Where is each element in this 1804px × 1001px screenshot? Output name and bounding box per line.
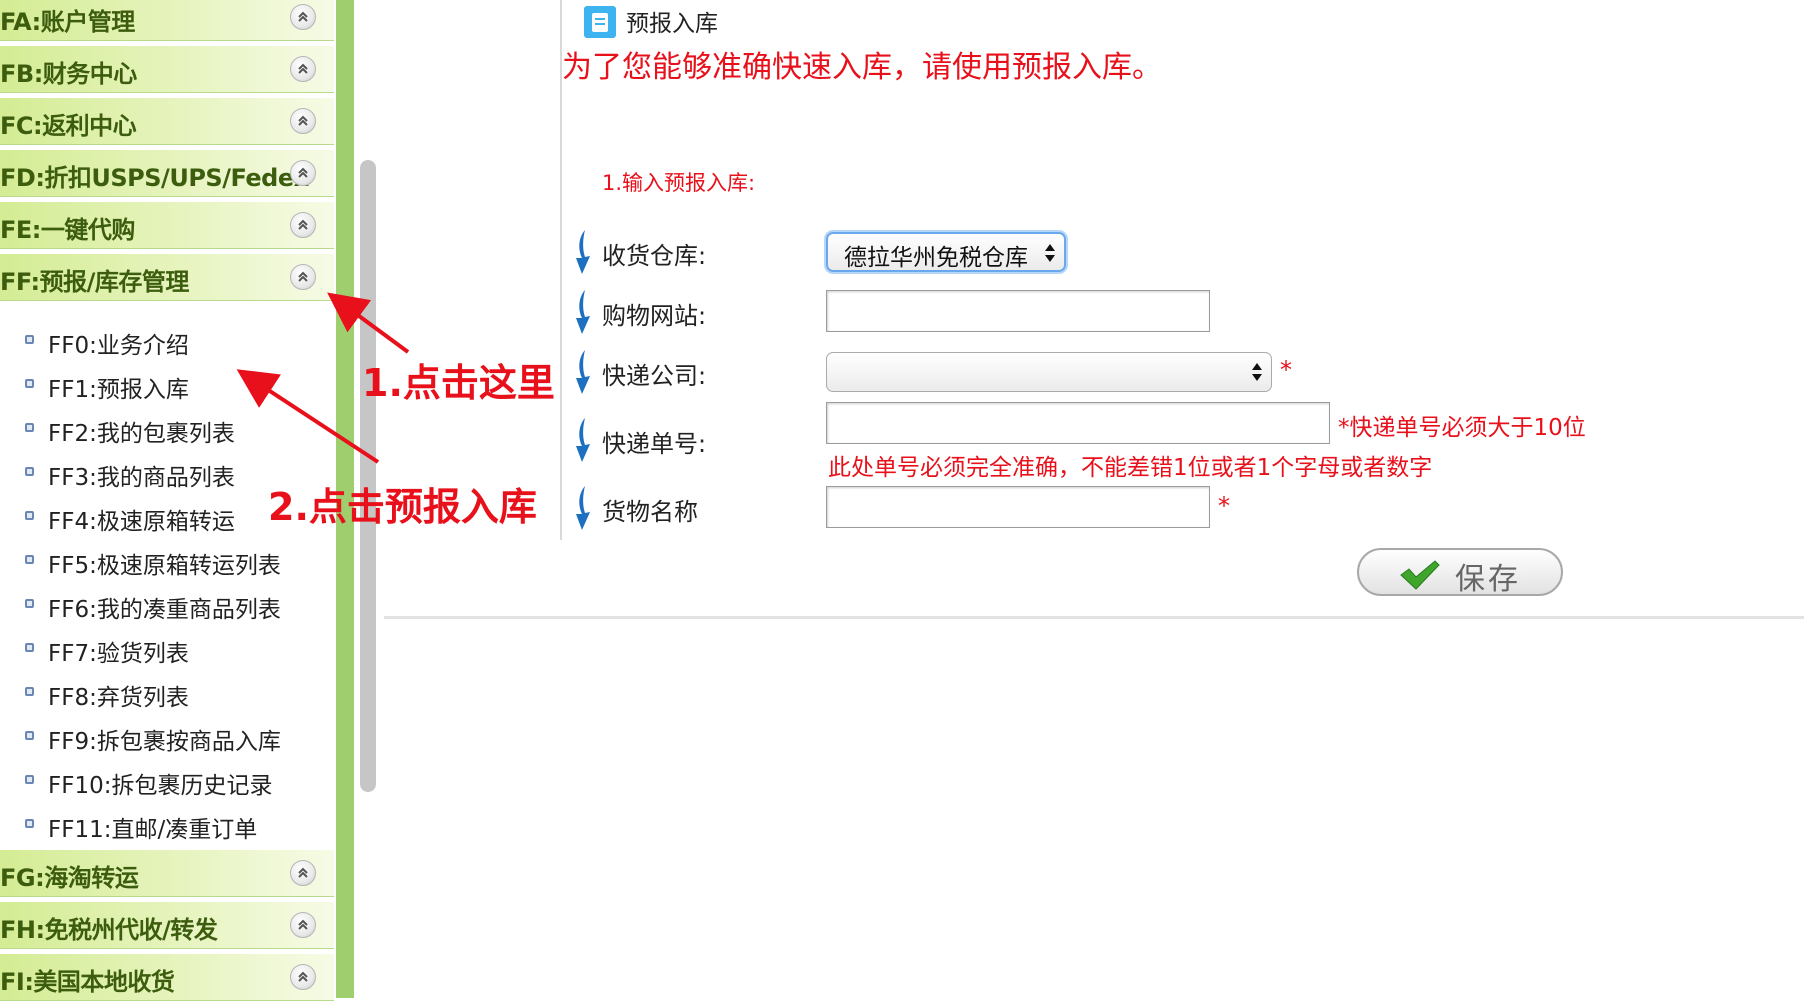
bullet-icon xyxy=(25,555,34,564)
warehouse-select[interactable]: 德拉华州免税仓库 xyxy=(826,232,1066,272)
sidebar-section-fi[interactable]: FI:美国本地收货 xyxy=(0,954,334,1001)
horizontal-divider xyxy=(384,616,1804,619)
tracking-hint: *快递单号必须大于10位 xyxy=(1338,415,1586,441)
bullet-icon xyxy=(25,423,34,432)
warehouse-label: 收货仓库: xyxy=(602,242,707,270)
courier-label: 快递公司: xyxy=(602,362,707,390)
sidebar-item-label: FF5:极速原箱转运列表 xyxy=(48,553,281,579)
collapse-icon[interactable] xyxy=(290,4,316,30)
collapse-icon[interactable] xyxy=(290,860,316,886)
collapse-icon[interactable] xyxy=(290,212,316,238)
sidebar-item-label: FF4:极速原箱转运 xyxy=(48,509,235,535)
sidebar-item-label: FF10:拆包裹历史记录 xyxy=(48,773,273,799)
sidebar-section-fc[interactable]: FC:返利中心 xyxy=(0,98,334,145)
save-label: 保存 xyxy=(1455,562,1521,597)
collapse-icon[interactable] xyxy=(290,108,316,134)
sidebar-section-fh[interactable]: FH:免税州代收/转发 xyxy=(0,902,334,949)
courier-select[interactable] xyxy=(826,352,1272,392)
sidebar-item-label: FF2:我的包裹列表 xyxy=(48,421,235,447)
section-label: FF:预报/库存管理 xyxy=(0,268,189,296)
annotation-step1: 1.点击这里 xyxy=(362,361,555,405)
website-label: 购物网站: xyxy=(602,302,707,330)
sidebar-item-label: FF7:验货列表 xyxy=(48,641,189,667)
bullet-icon xyxy=(25,775,34,784)
required-marker: * xyxy=(1218,492,1230,520)
section-label: FB:财务中心 xyxy=(0,60,137,88)
collapse-icon[interactable] xyxy=(290,160,316,186)
select-arrows-icon xyxy=(1045,244,1055,262)
sidebar-section-fg[interactable]: FG:海淘转运 xyxy=(0,850,334,897)
sidebar-section-fb[interactable]: FB:财务中心 xyxy=(0,46,334,93)
required-marker: * xyxy=(1280,356,1292,384)
annotation-step2: 2.点击预报入库 xyxy=(268,485,537,529)
arrow-down-icon xyxy=(576,350,590,394)
sidebar-section-ff[interactable]: FF:预报/库存管理 xyxy=(0,254,334,301)
collapse-icon[interactable] xyxy=(290,56,316,82)
sidebar-item-label: FF9:拆包裹按商品入库 xyxy=(48,729,281,755)
sidebar-item-label: FF0:业务介绍 xyxy=(48,333,189,359)
form-icon xyxy=(584,6,616,38)
section-label: FI:美国本地收货 xyxy=(0,968,175,996)
tracking-label: 快递单号: xyxy=(602,430,707,458)
bullet-icon xyxy=(25,511,34,520)
collapse-icon[interactable] xyxy=(290,964,316,990)
sidebar-item-label: FF6:我的凑重商品列表 xyxy=(48,597,281,623)
notice-text: 为了您能够准确快速入库，请使用预报入库。 xyxy=(562,50,1162,85)
collapse-icon[interactable] xyxy=(290,264,316,290)
arrow-down-icon xyxy=(576,418,590,462)
sidebar-section-fd[interactable]: FD:折扣USPS/UPS/Fedex xyxy=(0,150,334,197)
step-label: 1.输入预报入库: xyxy=(602,171,756,195)
bullet-icon xyxy=(25,467,34,476)
bullet-icon xyxy=(25,819,34,828)
section-label: FH:免税州代收/转发 xyxy=(0,916,218,944)
section-label: FC:返利中心 xyxy=(0,112,137,140)
page-title: 预报入库 xyxy=(626,11,718,37)
sidebar-section-fa[interactable]: FA:账户管理 xyxy=(0,0,334,41)
sidebar-section-fe[interactable]: FE:一键代购 xyxy=(0,202,334,249)
arrow-down-icon xyxy=(576,486,590,530)
bullet-icon xyxy=(25,731,34,740)
website-input[interactable] xyxy=(826,290,1210,332)
warehouse-select-value: 德拉华州免税仓库 xyxy=(844,245,1028,271)
tracking-input[interactable] xyxy=(826,402,1330,444)
sidebar-item-label: FF1:预报入库 xyxy=(48,377,189,403)
collapse-icon[interactable] xyxy=(290,912,316,938)
bullet-icon xyxy=(25,335,34,344)
bullet-icon xyxy=(25,687,34,696)
select-arrows-icon xyxy=(1252,363,1262,381)
section-label: FG:海淘转运 xyxy=(0,864,139,892)
goods-input[interactable] xyxy=(826,486,1210,528)
bullet-icon xyxy=(25,379,34,388)
arrow-down-icon xyxy=(576,230,590,274)
check-icon xyxy=(1400,560,1440,590)
arrow-down-icon xyxy=(576,290,590,334)
sidebar-item-label: FF3:我的商品列表 xyxy=(48,465,235,491)
sidebar-item-label: FF8:弃货列表 xyxy=(48,685,189,711)
tracking-note: 此处单号必须完全准确，不能差错1位或者1个字母或者数字 xyxy=(828,455,1433,481)
section-label: FD:折扣USPS/UPS/Fedex xyxy=(0,164,309,192)
section-label: FA:账户管理 xyxy=(0,8,135,36)
save-button[interactable]: 保存 xyxy=(1357,548,1563,597)
bullet-icon xyxy=(25,599,34,608)
sidebar-item-label: FF11:直邮/凑重订单 xyxy=(48,817,258,843)
goods-label: 货物名称 xyxy=(602,498,698,526)
section-label: FE:一键代购 xyxy=(0,216,135,244)
bullet-icon xyxy=(25,643,34,652)
